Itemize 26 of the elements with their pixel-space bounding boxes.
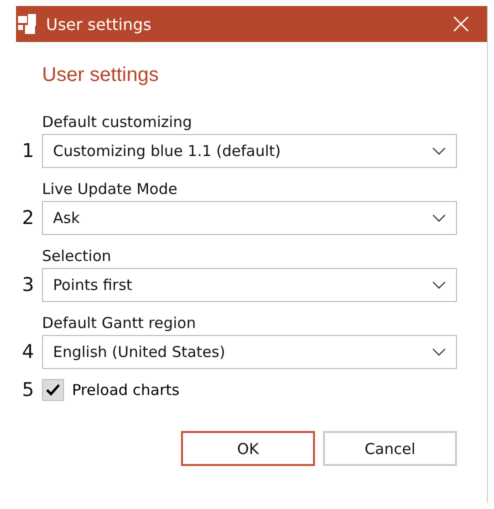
field-number: 4 — [22, 341, 36, 363]
dropdown[interactable]: Customizing blue 1.1 (default) — [42, 134, 457, 168]
field-label: Default Gantt region — [42, 314, 197, 332]
field-label: Default customizing — [42, 113, 194, 131]
chevron-down-icon — [432, 348, 446, 356]
checkbox[interactable] — [42, 379, 64, 401]
app-icon — [16, 13, 38, 35]
dropdown[interactable]: English (United States) — [42, 335, 457, 369]
field-label: Live Update Mode — [42, 180, 178, 198]
close-icon[interactable] — [453, 16, 469, 32]
dropdown[interactable]: Points first — [42, 268, 457, 302]
dialog-button[interactable]: Cancel — [323, 431, 457, 466]
field-number: 2 — [22, 207, 36, 229]
chevron-down-icon — [432, 281, 446, 289]
chevron-down-icon — [432, 147, 446, 155]
checkmark-icon — [45, 383, 61, 397]
field-number: 5 — [22, 379, 36, 401]
chevron-down-icon — [432, 214, 446, 222]
window-title: User settings — [46, 14, 152, 34]
dialog-heading: User settings — [42, 64, 160, 87]
dialog-button[interactable]: OK — [181, 431, 315, 466]
field-number: 3 — [22, 274, 36, 296]
field-number: 1 — [22, 140, 36, 162]
field-label: Selection — [42, 247, 112, 265]
dropdown[interactable]: Ask — [42, 201, 457, 235]
checkbox-label[interactable]: Preload charts — [72, 381, 180, 399]
